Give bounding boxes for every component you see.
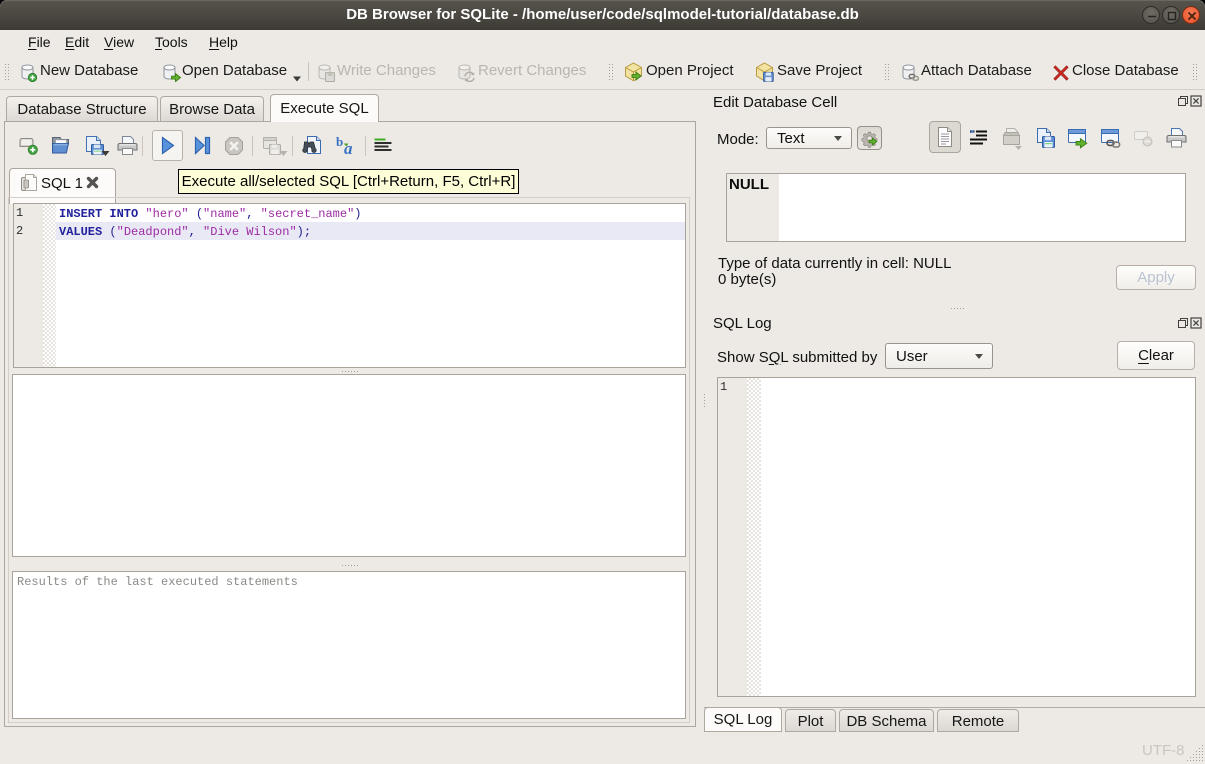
svg-text:b: b [336, 135, 343, 149]
svg-text:a: a [344, 139, 353, 157]
